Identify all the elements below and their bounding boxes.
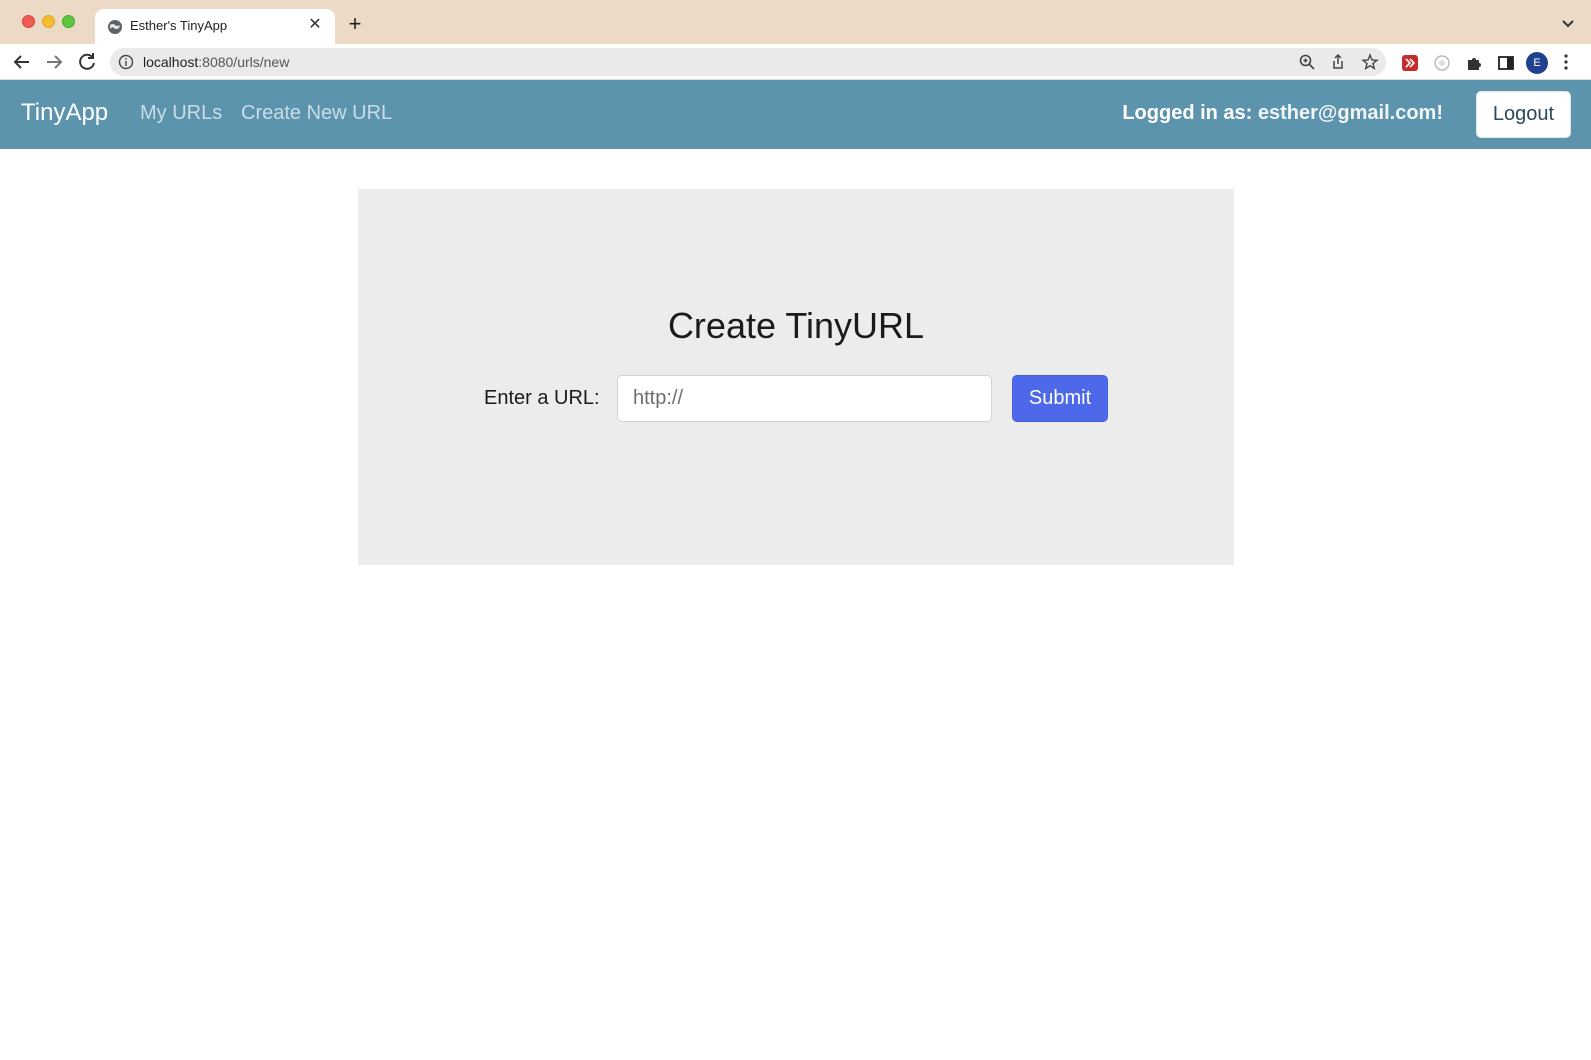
browser-window: Esther's TinyApp ✕ + localhost:8080/urls…	[0, 0, 1591, 1060]
maximize-window-button[interactable]	[62, 15, 75, 28]
address-bar-url: localhost:8080/urls/new	[143, 54, 289, 70]
profile-avatar[interactable]: E	[1526, 52, 1548, 74]
logged-in-status: Logged in as: esther@gmail.com!	[1122, 102, 1443, 125]
app-navbar: TinyApp My URLs Create New URL Logged in…	[0, 80, 1591, 149]
page-title: Create TinyURL	[667, 305, 925, 346]
extensions-puzzle-icon[interactable]	[1465, 54, 1483, 72]
forward-arrow-icon[interactable]	[42, 50, 66, 74]
brand-link[interactable]: TinyApp	[21, 99, 108, 127]
minimize-window-button[interactable]	[42, 15, 55, 28]
browser-toolbar: localhost:8080/urls/new E	[0, 44, 1591, 80]
user-email: esther@gmail.com!	[1257, 102, 1443, 124]
reload-icon[interactable]	[75, 50, 99, 74]
zoom-icon[interactable]	[1298, 53, 1316, 71]
nav-link-my-urls[interactable]: My URLs	[140, 102, 222, 125]
logout-button[interactable]: Logout	[1476, 91, 1571, 138]
tab-title: Esther's TinyApp	[130, 18, 228, 33]
extension-red-icon[interactable]	[1401, 54, 1419, 72]
url-field-label: Enter a URL:	[484, 387, 600, 409]
browser-tab[interactable]: Esther's TinyApp ✕	[95, 9, 335, 44]
url-host: localhost	[143, 54, 199, 70]
nav-link-create-new-url[interactable]: Create New URL	[241, 102, 392, 125]
submit-button[interactable]: Submit	[1012, 375, 1108, 422]
globe-icon	[108, 20, 122, 34]
browser-menu-icon[interactable]	[1563, 53, 1569, 71]
logged-in-label: Logged in as:	[1122, 102, 1253, 124]
new-tab-button[interactable]: +	[342, 12, 368, 38]
site-info-icon[interactable]	[118, 54, 134, 70]
long-url-input[interactable]	[617, 375, 992, 422]
side-panel-icon[interactable]	[1497, 54, 1515, 72]
create-url-card: Create TinyURL Enter a URL: Submit	[358, 189, 1234, 565]
tab-search-chevron-icon[interactable]	[1559, 14, 1577, 32]
address-bar[interactable]: localhost:8080/urls/new	[110, 48, 1386, 76]
close-tab-icon[interactable]: ✕	[305, 15, 325, 35]
tab-strip: Esther's TinyApp ✕ +	[0, 0, 1591, 44]
share-icon[interactable]	[1329, 53, 1347, 71]
back-arrow-icon[interactable]	[10, 50, 34, 74]
url-path: :8080/urls/new	[198, 54, 290, 70]
extension-circle-icon[interactable]	[1433, 54, 1451, 72]
bookmark-star-icon[interactable]	[1361, 53, 1379, 71]
close-window-button[interactable]	[22, 15, 35, 28]
